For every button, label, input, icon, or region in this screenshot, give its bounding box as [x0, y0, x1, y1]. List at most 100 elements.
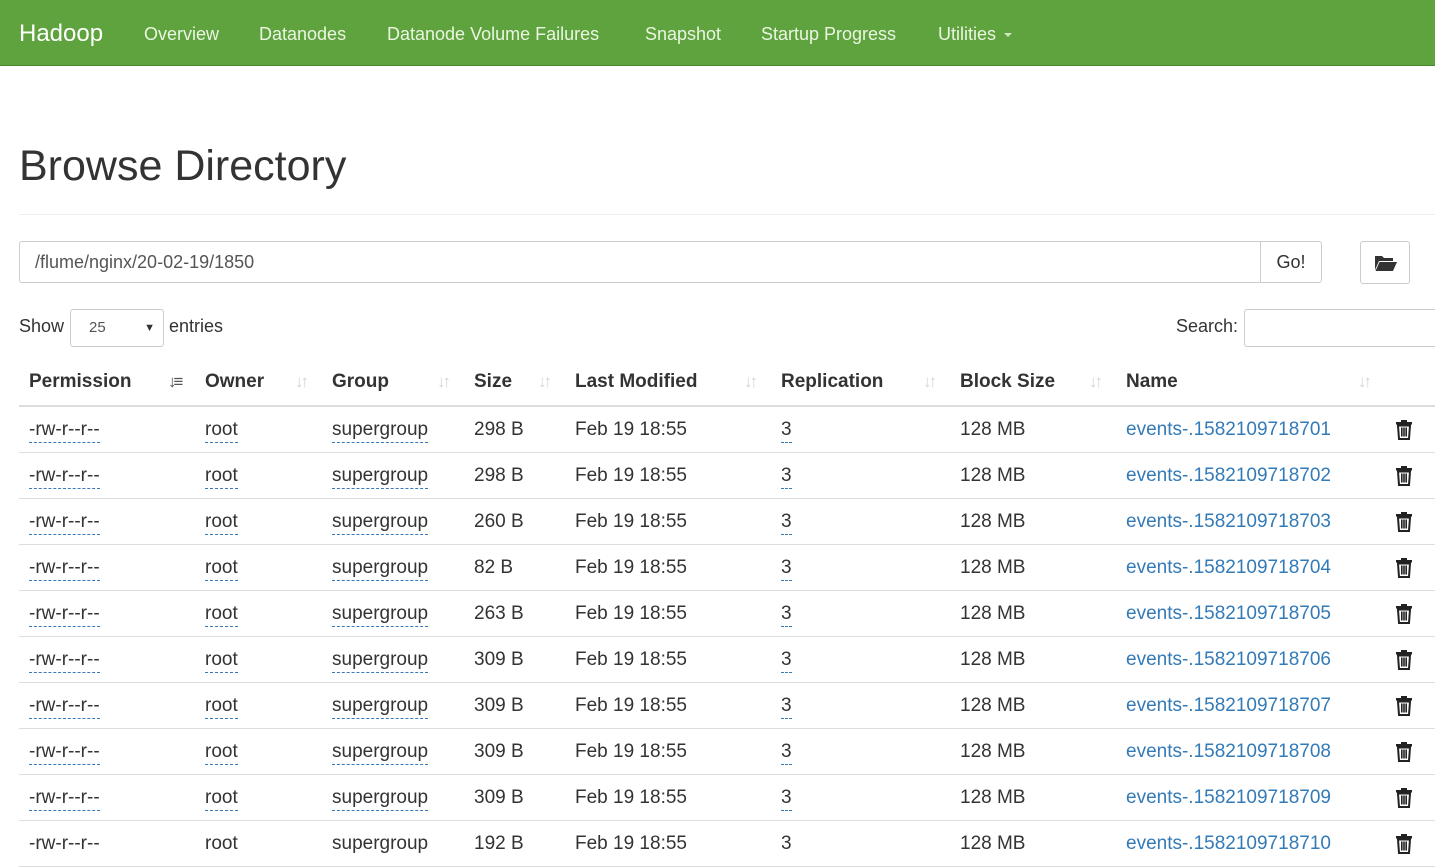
owner-cell: root — [205, 833, 238, 854]
file-name-link[interactable]: events-.1582109718709 — [1126, 786, 1331, 810]
group-cell[interactable]: supergroup — [332, 786, 429, 811]
trash-icon[interactable] — [1395, 742, 1413, 762]
sort-ascending-icon[interactable]: ↓≡ — [168, 372, 184, 392]
owner-cell[interactable]: root — [205, 510, 238, 535]
permission-cell[interactable]: -rw-r--r-- — [29, 740, 100, 765]
last-modified-cell: Feb 19 18:55 — [575, 649, 687, 670]
nav-datanodes[interactable]: Datanodes — [259, 22, 346, 46]
nav-overview[interactable]: Overview — [144, 22, 219, 46]
sort-icon[interactable]: ↓↑ — [1089, 372, 1103, 392]
file-name-link[interactable]: events-.1582109718703 — [1126, 510, 1331, 534]
group-cell[interactable]: supergroup — [332, 510, 429, 535]
replication-cell[interactable]: 3 — [781, 556, 792, 581]
size-cell: 82 B — [474, 557, 514, 578]
permission-cell[interactable]: -rw-r--r-- — [29, 786, 100, 811]
group-cell[interactable]: supergroup — [332, 694, 429, 719]
permission-cell[interactable]: -rw-r--r-- — [29, 556, 100, 581]
permission-cell[interactable]: -rw-r--r-- — [29, 602, 100, 627]
search-input[interactable] — [1244, 309, 1435, 347]
column-header-replication[interactable]: Replication — [781, 370, 883, 394]
group-cell[interactable]: supergroup — [332, 418, 429, 443]
owner-cell[interactable]: root — [205, 602, 238, 627]
sort-icon[interactable]: ↓↑ — [538, 372, 552, 392]
trash-icon[interactable] — [1395, 558, 1413, 578]
trash-icon[interactable] — [1395, 834, 1413, 854]
sort-icon[interactable]: ↓↑ — [744, 372, 758, 392]
file-name-link[interactable]: events-.1582109718708 — [1126, 740, 1331, 764]
replication-cell[interactable]: 3 — [781, 786, 792, 811]
permission-cell[interactable]: -rw-r--r-- — [29, 510, 100, 535]
block-size-cell: 128 MB — [960, 465, 1026, 486]
permission-cell[interactable]: -rw-r--r-- — [29, 648, 100, 673]
file-name-link[interactable]: events-.1582109718704 — [1126, 556, 1331, 580]
file-name-link[interactable]: events-.1582109718706 — [1126, 648, 1331, 672]
last-modified-cell: Feb 19 18:55 — [575, 465, 687, 486]
last-modified-cell: Feb 19 18:55 — [575, 557, 687, 578]
sort-icon[interactable]: ↓↑ — [437, 372, 451, 392]
replication-cell[interactable]: 3 — [781, 694, 792, 719]
size-cell: 309 B — [474, 695, 524, 716]
nav-volume-failures[interactable]: Datanode Volume Failures — [387, 22, 599, 46]
owner-cell[interactable]: root — [205, 418, 238, 443]
trash-icon[interactable] — [1395, 512, 1413, 532]
last-modified-cell: Feb 19 18:55 — [575, 603, 687, 624]
table-row: -rw-r--r-- root supergroup 309 B Feb 19 18:5… — [19, 683, 1435, 729]
file-name-link[interactable]: events-.1582109718701 — [1126, 418, 1331, 442]
trash-icon[interactable] — [1395, 788, 1413, 808]
title-divider — [19, 214, 1435, 215]
permission-cell[interactable]: -rw-r--r-- — [29, 418, 100, 443]
file-name-link[interactable]: events-.1582109718705 — [1126, 602, 1331, 626]
table-row: -rw-r--r-- root supergroup 192 B Feb 19 18:5… — [19, 821, 1435, 867]
trash-icon[interactable] — [1395, 696, 1413, 716]
owner-cell[interactable]: root — [205, 464, 238, 489]
file-name-link[interactable]: events-.1582109718702 — [1126, 464, 1331, 488]
block-size-cell: 128 MB — [960, 419, 1026, 440]
nav-snapshot[interactable]: Snapshot — [645, 22, 721, 46]
column-header-size[interactable]: Size — [474, 370, 512, 394]
page-length-select[interactable]: 25 ▼ — [70, 309, 164, 347]
permission-cell[interactable]: -rw-r--r-- — [29, 694, 100, 719]
sort-icon[interactable]: ↓↑ — [923, 372, 937, 392]
replication-cell[interactable]: 3 — [781, 510, 792, 535]
file-name-link[interactable]: events-.1582109718707 — [1126, 694, 1331, 718]
create-directory-button[interactable] — [1360, 241, 1410, 284]
sort-icon[interactable]: ↓↑ — [295, 372, 309, 392]
go-button[interactable]: Go! — [1260, 241, 1322, 283]
column-header-group[interactable]: Group — [332, 370, 389, 394]
group-cell[interactable]: supergroup — [332, 464, 429, 489]
column-header-block-size[interactable]: Block Size — [960, 370, 1055, 394]
trash-icon[interactable] — [1395, 650, 1413, 670]
replication-cell[interactable]: 3 — [781, 740, 792, 765]
trash-icon[interactable] — [1395, 466, 1413, 486]
owner-cell[interactable]: root — [205, 694, 238, 719]
group-cell[interactable]: supergroup — [332, 740, 429, 765]
owner-cell[interactable]: root — [205, 648, 238, 673]
trash-icon[interactable] — [1395, 420, 1413, 440]
block-size-cell: 128 MB — [960, 787, 1026, 808]
directory-path-input[interactable]: /flume/nginx/20-02-19/1850 — [19, 241, 1261, 283]
table-row: -rw-r--r-- root supergroup 309 B Feb 19 18:5… — [19, 637, 1435, 683]
last-modified-cell: Feb 19 18:55 — [575, 741, 687, 762]
nav-startup-progress[interactable]: Startup Progress — [761, 22, 896, 46]
owner-cell[interactable]: root — [205, 740, 238, 765]
owner-cell[interactable]: root — [205, 556, 238, 581]
nav-utilities-dropdown[interactable]: Utilities — [938, 22, 1013, 46]
column-header-last-modified[interactable]: Last Modified — [575, 370, 697, 394]
owner-cell[interactable]: root — [205, 786, 238, 811]
permission-cell[interactable]: -rw-r--r-- — [29, 464, 100, 489]
replication-cell[interactable]: 3 — [781, 602, 792, 627]
size-cell: 309 B — [474, 741, 524, 762]
group-cell[interactable]: supergroup — [332, 602, 429, 627]
brand-logo[interactable]: Hadoop — [19, 19, 103, 49]
trash-icon[interactable] — [1395, 604, 1413, 624]
group-cell[interactable]: supergroup — [332, 648, 429, 673]
file-name-link[interactable]: events-.1582109718710 — [1126, 832, 1331, 856]
column-header-permission[interactable]: Permission — [29, 370, 131, 394]
group-cell[interactable]: supergroup — [332, 556, 429, 581]
column-header-owner[interactable]: Owner — [205, 370, 264, 394]
column-header-name[interactable]: Name — [1126, 370, 1178, 394]
sort-icon[interactable]: ↓↑ — [1358, 372, 1372, 392]
replication-cell[interactable]: 3 — [781, 648, 792, 673]
replication-cell[interactable]: 3 — [781, 464, 792, 489]
replication-cell[interactable]: 3 — [781, 418, 792, 443]
